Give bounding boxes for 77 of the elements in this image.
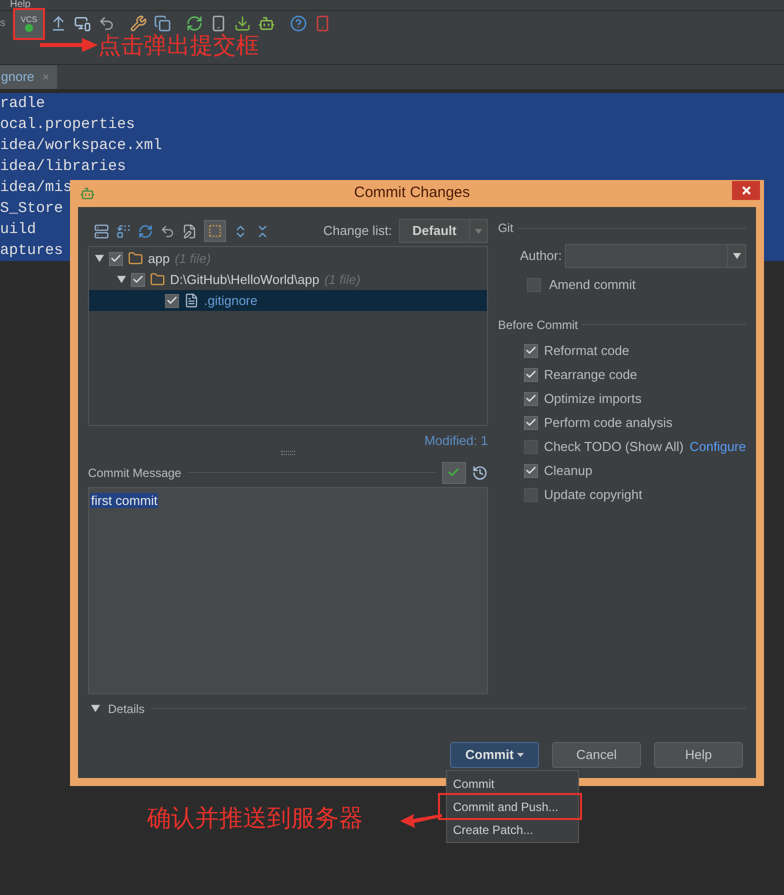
- tree-item-name: D:\GitHub\HelloWorld\app: [170, 270, 320, 289]
- details-triangle-icon[interactable]: [91, 704, 100, 713]
- change-list-label: Change list:: [323, 222, 392, 240]
- commit-split-button[interactable]: Commit: [450, 742, 539, 768]
- splitter-handle[interactable]: [280, 450, 295, 454]
- menu-item[interactable]: Commit: [447, 772, 578, 795]
- checkbox[interactable]: [524, 464, 538, 478]
- checkbox[interactable]: [524, 344, 538, 358]
- dialog-button[interactable]: Help: [654, 742, 743, 768]
- folder-icon: [128, 251, 143, 266]
- checkbox[interactable]: [524, 392, 538, 406]
- checkbox[interactable]: [526, 278, 541, 292]
- commit-message-label: Commit Message: [88, 464, 182, 482]
- configure-link[interactable]: Configure: [690, 436, 746, 456]
- option-checkbox[interactable]: Check TODO (Show All): [524, 436, 684, 456]
- option-checkbox[interactable]: Reformat code: [524, 340, 630, 360]
- annotation-arrow: [40, 36, 100, 54]
- edit-file-icon[interactable]: [182, 224, 197, 238]
- details-label: Details: [108, 700, 145, 718]
- amend-option[interactable]: Amend commit: [498, 275, 746, 294]
- spellcheck-button[interactable]: [442, 462, 466, 484]
- phone-icon[interactable]: [210, 15, 227, 32]
- expand-triangle-icon[interactable]: [117, 275, 126, 284]
- refresh-icon[interactable]: [138, 224, 153, 238]
- section-heading: Before Commit: [498, 316, 578, 334]
- menu-item[interactable]: Commit and Push...: [440, 795, 580, 818]
- checkbox[interactable]: [109, 252, 123, 266]
- undo-icon[interactable]: [98, 15, 115, 32]
- history-icon[interactable]: [472, 464, 488, 480]
- checkbox[interactable]: [524, 440, 538, 454]
- download-icon[interactable]: [234, 15, 251, 32]
- expand-triangle-icon[interactable]: [95, 254, 104, 263]
- undo-icon[interactable]: [160, 224, 175, 238]
- group-icon: [208, 224, 222, 238]
- annotation-text: 点击弹出提交框: [98, 33, 259, 57]
- option-checkbox[interactable]: Perform code analysis: [524, 412, 673, 432]
- checkbox[interactable]: [524, 368, 538, 382]
- replace-icon[interactable]: [116, 224, 131, 238]
- server-icon[interactable]: [94, 224, 109, 238]
- group-toggle-button[interactable]: [204, 220, 226, 242]
- change-list-dropdown[interactable]: Default: [398, 219, 488, 243]
- checkbox[interactable]: [524, 488, 538, 502]
- dialog-button[interactable]: Cancel: [552, 742, 641, 768]
- checkbox[interactable]: [165, 294, 179, 308]
- file-icon: [184, 293, 199, 308]
- help-icon[interactable]: [290, 15, 307, 32]
- folder-icon: [150, 272, 165, 287]
- option-checkbox[interactable]: Update copyright: [524, 484, 642, 504]
- menu-item[interactable]: Create Patch...: [447, 818, 578, 841]
- monitor-icon[interactable]: [74, 15, 91, 32]
- checkbox[interactable]: [524, 416, 538, 430]
- option-checkbox[interactable]: Rearrange code: [524, 364, 638, 384]
- checkbox[interactable]: [131, 272, 145, 286]
- caret-icon: [516, 753, 524, 757]
- tree-item-name: .gitignore: [204, 292, 258, 310]
- toolbar-button[interactable]: S: [0, 18, 8, 30]
- tree-row[interactable]: .gitignore: [89, 290, 487, 311]
- caret-icon: [474, 228, 482, 234]
- modified-count: Modified: 1: [424, 432, 488, 450]
- upload-icon[interactable]: [50, 15, 67, 32]
- option-checkbox[interactable]: Cleanup: [524, 460, 592, 480]
- close-button[interactable]: [732, 181, 760, 200]
- check-icon: [447, 466, 460, 479]
- wrench-icon[interactable]: [130, 15, 147, 32]
- robot-icon[interactable]: [258, 15, 275, 32]
- section-heading: Git: [498, 220, 514, 237]
- editor-tab[interactable]: gnore ×: [0, 65, 58, 89]
- option-checkbox[interactable]: Optimize imports: [524, 388, 642, 408]
- vcs-button[interactable]: VCS: [15, 10, 43, 38]
- menu-item[interactable]: Help: [10, 0, 31, 10]
- copy-icon[interactable]: [154, 15, 171, 32]
- commit-message-field[interactable]: first commit: [88, 486, 488, 694]
- annotation-text: 确认并推送到服务器: [147, 804, 363, 834]
- refresh-icon[interactable]: [186, 15, 203, 32]
- android-icon: [80, 186, 95, 201]
- close-icon: [742, 186, 750, 195]
- caret-icon: [732, 253, 740, 259]
